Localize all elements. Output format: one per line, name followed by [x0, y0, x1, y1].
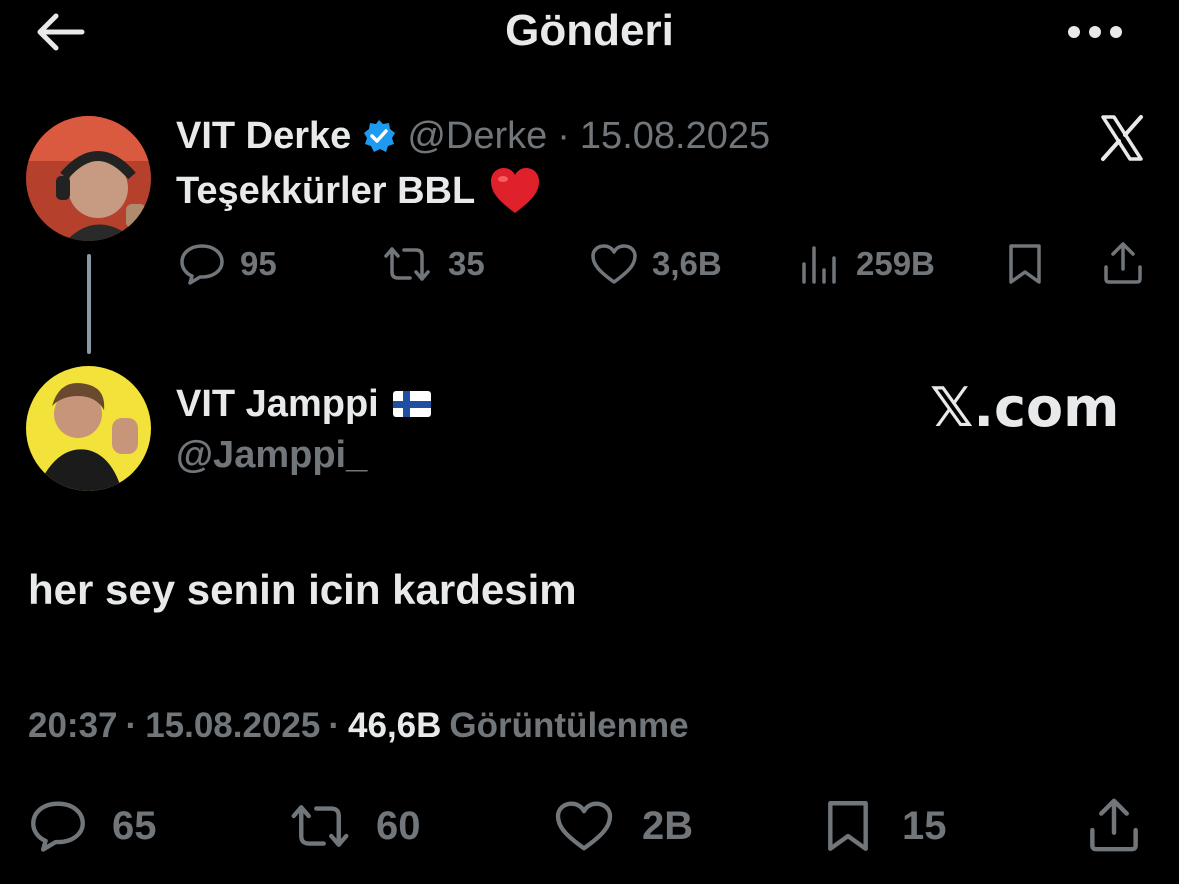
post-text: her sey senin icin kardesim [28, 566, 577, 613]
more-button[interactable] [1060, 12, 1130, 52]
share-button[interactable] [1100, 240, 1146, 286]
share-icon [1090, 798, 1138, 852]
share-button[interactable] [1084, 796, 1144, 854]
views-icon [802, 246, 836, 284]
parent-post-header: VIT Derke @Derke · 15.08.2025 [176, 112, 770, 160]
share-icon [1104, 242, 1142, 284]
like-count: 2B [642, 803, 694, 848]
like-button[interactable]: 2B [554, 798, 693, 854]
view-count[interactable]: 46,6B [348, 706, 441, 746]
repost-count: 60 [376, 803, 421, 848]
bookmark-icon [828, 801, 868, 851]
reply-button[interactable]: 65 [28, 798, 157, 854]
reply-count: 95 [240, 245, 277, 282]
avatar-jamppi[interactable] [26, 366, 151, 491]
display-name[interactable]: VIT Derke [176, 115, 351, 158]
repost-button[interactable]: 60 [286, 798, 421, 854]
bookmark-button[interactable]: 15 [824, 798, 947, 854]
more-horizontal-icon [1068, 26, 1122, 38]
display-name[interactable]: VIT Jamppi [176, 383, 379, 426]
watermark: 𝕏.com [930, 376, 1120, 439]
views-count: 259B [856, 245, 935, 282]
repost-icon [384, 247, 430, 281]
bookmark-icon [1009, 244, 1041, 284]
reply-icon [31, 801, 85, 852]
post-time[interactable]: 20:37 [28, 706, 118, 746]
views-button[interactable]: 259B [800, 242, 935, 286]
handle[interactable]: @Derke [407, 115, 547, 158]
reply-count: 65 [112, 803, 157, 848]
red-heart-emoji [491, 168, 540, 213]
heart-icon [591, 244, 637, 284]
reply-button[interactable]: 95 [178, 242, 277, 286]
bookmark-button[interactable] [1002, 242, 1048, 286]
main-post-author: VIT Jamppi [176, 380, 431, 428]
x-logo-icon [1096, 112, 1148, 164]
bookmark-count: 15 [902, 803, 947, 848]
post-meta: 20:37 · 15.08.2025 · 46,6B Görüntülenme [28, 704, 689, 748]
finland-flag-icon [392, 391, 431, 417]
reply-icon [180, 244, 224, 285]
like-button[interactable]: 3,6B [590, 242, 722, 286]
post-text: Teşekkürler BBL [176, 169, 476, 212]
view-label: Görüntülenme [449, 706, 689, 745]
repost-icon [291, 805, 349, 847]
post-date[interactable]: 15.08.2025 [580, 115, 770, 158]
separator: · [557, 114, 570, 157]
verified-badge-icon [364, 120, 396, 152]
like-count: 3,6B [652, 245, 722, 282]
thread-connector [87, 254, 91, 354]
separator: · [328, 706, 341, 745]
repost-button[interactable]: 35 [380, 242, 485, 286]
page-title: Gönderi [505, 6, 674, 55]
separator: · [125, 706, 138, 745]
avatar-derke[interactable] [26, 116, 151, 241]
heart-icon [555, 801, 613, 851]
repost-count: 35 [448, 245, 485, 282]
parent-post-text: Teşekkürler BBL [176, 166, 541, 216]
handle[interactable]: @Jamppi_ [176, 434, 367, 477]
post-date[interactable]: 15.08.2025 [145, 706, 320, 746]
